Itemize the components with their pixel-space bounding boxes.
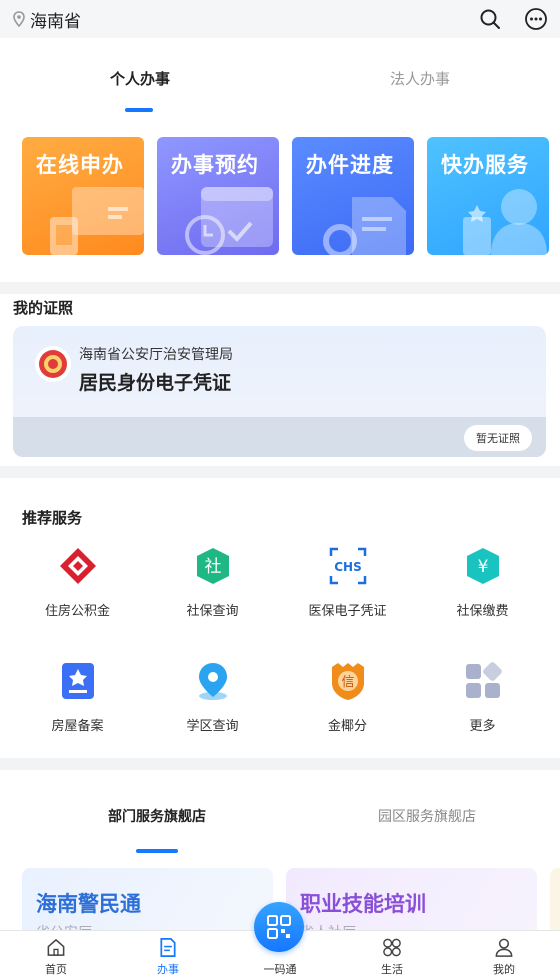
card-fast-service[interactable]: 快办服务 <box>427 137 549 255</box>
school-district-icon <box>191 659 235 703</box>
flagship-card-next[interactable] <box>550 868 560 930</box>
svg-text:信: 信 <box>341 675 354 690</box>
service-label: 医保电子凭证 <box>308 603 387 618</box>
police-emblem-icon <box>35 346 71 382</box>
nav-services[interactable]: 办事 <box>112 931 224 977</box>
document-progress-icon <box>323 197 406 255</box>
flagship-card-subtitle: 省人社厅 <box>300 922 356 930</box>
no-certificate-button[interactable]: 暂无证照 <box>464 425 532 451</box>
nav-label: 我的 <box>493 964 515 976</box>
location-selector[interactable]: 海南省 <box>12 7 81 32</box>
card-online-apply[interactable]: 在线申办 <box>22 137 144 255</box>
tab-indicator <box>125 108 153 112</box>
svg-text:社: 社 <box>204 557 221 577</box>
section-title: 我的证照 <box>13 300 74 317</box>
tab-corporate[interactable]: 法人办事 <box>280 38 560 114</box>
payment-icon: ¥ <box>461 544 505 588</box>
nav-label: 一码通 <box>263 964 297 976</box>
nav-home[interactable]: 首页 <box>0 931 112 977</box>
nav-label: 办事 <box>157 964 179 976</box>
certificate-card[interactable]: 海南省公安厅治安管理局 居民身份电子凭证 暂无证照 <box>13 326 546 457</box>
service-label: 社保查询 <box>186 603 239 618</box>
social-security-icon: 社 <box>191 544 235 588</box>
medical-insurance-icon: CHS <box>326 544 370 588</box>
computer-icon <box>50 187 144 255</box>
flagship-card-police[interactable]: 海南警民通 省公安厅 <box>22 868 273 930</box>
service-label: 社保缴费 <box>456 603 509 618</box>
service-panel: 个人办事 法人办事 在线申办 办事预约 办件进度 快办服务 <box>0 38 560 282</box>
service-medical-insurance[interactable]: CHS 医保电子凭证 <box>280 544 415 619</box>
nav-label: 生活 <box>381 964 403 976</box>
credit-score-icon: 信 <box>326 659 370 703</box>
service-housing-fund[interactable]: 住房公积金 <box>10 544 145 619</box>
service-school-district[interactable]: 学区查询 <box>145 659 280 734</box>
grid-icon <box>383 938 401 957</box>
housing-fund-icon <box>56 544 100 588</box>
top-bar: 海南省 <box>0 0 560 38</box>
service-label: 房屋备案 <box>51 718 104 733</box>
calendar-icon <box>185 187 273 255</box>
tab-department-flagship[interactable]: 部门服务旗舰店 <box>108 806 206 826</box>
search-icon[interactable] <box>478 7 502 31</box>
more-icon[interactable] <box>524 7 548 31</box>
flagship-card-training[interactable]: 职业技能培训 省人社厅 <box>286 868 537 930</box>
service-social-security[interactable]: 社 社保查询 <box>145 544 280 619</box>
svg-text:CHS: CHS <box>334 560 362 574</box>
nav-label: 首页 <box>45 964 67 976</box>
user-icon <box>495 938 513 957</box>
nav-life[interactable]: 生活 <box>336 931 448 977</box>
qr-code-button[interactable] <box>254 902 304 952</box>
home-icon <box>47 938 65 956</box>
service-label: 更多 <box>469 718 496 733</box>
service-house-record[interactable]: 房屋备案 <box>10 659 145 734</box>
tab-indicator <box>136 849 178 853</box>
service-label: 学区查询 <box>186 718 239 733</box>
service-label: 金椰分 <box>327 718 367 733</box>
service-more[interactable]: 更多 <box>415 659 550 734</box>
card-appointment[interactable]: 办事预约 <box>157 137 279 255</box>
card-progress[interactable]: 办件进度 <box>292 137 414 255</box>
flagship-card-title: 职业技能培训 <box>300 893 426 916</box>
flagship-card-subtitle: 省公安厅 <box>36 922 92 930</box>
my-certificates: 我的证照 海南省公安厅治安管理局 居民身份电子凭证 暂无证照 <box>0 294 560 466</box>
location-pin-icon <box>13 11 25 27</box>
document-icon <box>160 938 176 957</box>
tab-park-flagship[interactable]: 园区服务旗舰店 <box>378 806 476 826</box>
tab-personal[interactable]: 个人办事 <box>0 38 280 114</box>
flagship-card-title: 海南警民通 <box>36 893 141 916</box>
location-label: 海南省 <box>30 11 81 31</box>
certificate-name: 居民身份电子凭证 <box>79 373 232 394</box>
house-record-icon <box>56 659 100 703</box>
service-payment[interactable]: ¥ 社保缴费 <box>415 544 550 619</box>
recommended-services: 推荐服务 住房公积金 社 社保查询 CHS 医保电子凭证 ¥ 社保缴费 房屋备案… <box>0 478 560 758</box>
service-label: 住房公积金 <box>44 603 110 618</box>
svg-text:¥: ¥ <box>477 557 488 577</box>
certificate-org: 海南省公安厅治安管理局 <box>79 346 233 362</box>
qr-code-icon <box>267 915 291 939</box>
section-title: 推荐服务 <box>22 510 83 527</box>
service-credit-score[interactable]: 信 金椰分 <box>280 659 415 734</box>
person-service-icon <box>463 189 547 255</box>
nav-mine[interactable]: 我的 <box>448 931 560 977</box>
more-apps-icon <box>461 659 505 703</box>
